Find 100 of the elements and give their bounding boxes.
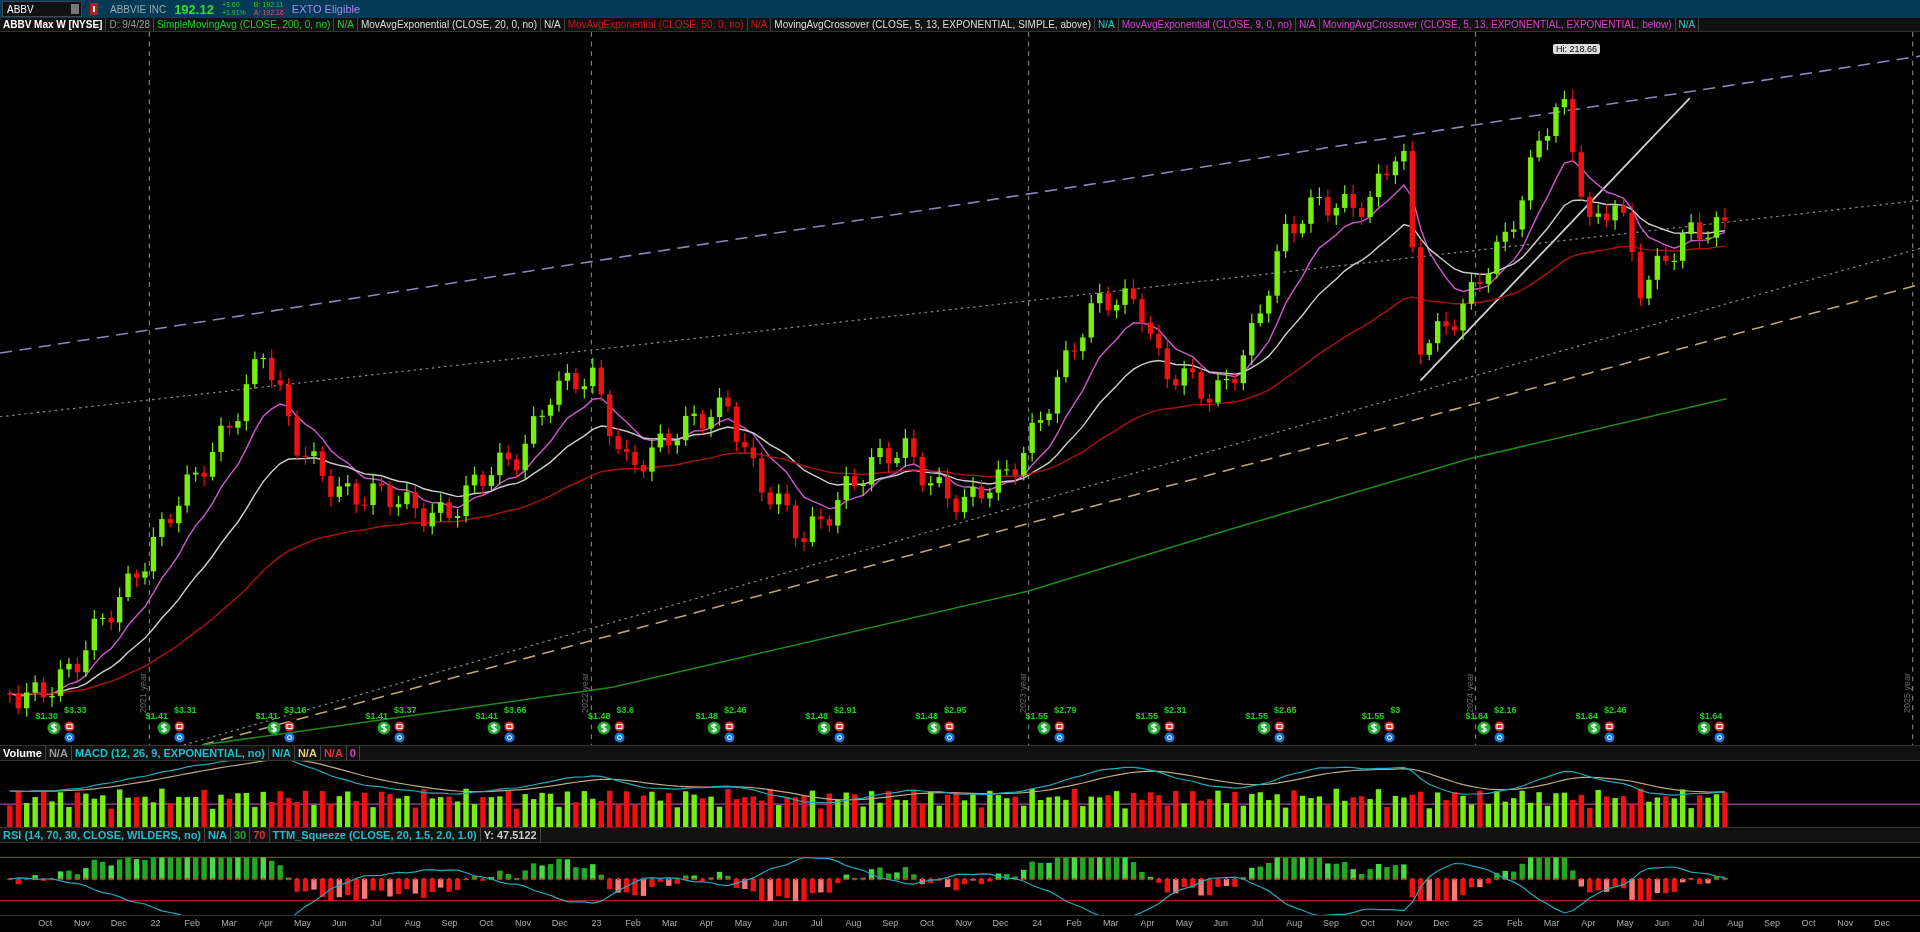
earnings-icon[interactable] xyxy=(174,721,185,732)
dividend-amount: $1.41 xyxy=(255,711,278,721)
dividend-icon[interactable] xyxy=(927,721,941,735)
dividend-icon[interactable] xyxy=(1037,721,1051,735)
earnings-icon[interactable] xyxy=(1384,721,1395,732)
earnings-icon[interactable] xyxy=(1604,721,1615,732)
dividend-icon[interactable] xyxy=(157,721,171,735)
study-label[interactable]: RSI (14, 70, 30, CLOSE, WILDERS, no) xyxy=(0,828,206,842)
study-label[interactable]: N/A xyxy=(268,746,295,760)
dividend-icon[interactable] xyxy=(1257,721,1271,735)
dividend-amount: $1.48 xyxy=(915,711,938,721)
study-label[interactable]: 0 xyxy=(346,746,360,760)
symbol-field[interactable]: ABBV xyxy=(2,1,82,17)
event-icon[interactable] xyxy=(724,732,735,743)
study-label[interactable]: 30 xyxy=(231,828,251,842)
earnings-icon[interactable] xyxy=(944,721,955,732)
dividend-amount: $1.30 xyxy=(35,711,58,721)
dividend-amount: $1.48 xyxy=(695,711,718,721)
event-icon[interactable] xyxy=(1714,732,1725,743)
earnings-icon[interactable] xyxy=(284,721,295,732)
study-label[interactable]: N/A xyxy=(1094,18,1119,31)
month-label: Feb xyxy=(183,917,202,930)
dividend-amount: $1.48 xyxy=(587,711,611,721)
dividend-icon[interactable] xyxy=(47,721,61,735)
study-label[interactable]: N/A xyxy=(334,18,358,31)
dividend-amount: $1.64 xyxy=(1465,711,1488,721)
study-label[interactable]: MACD (12, 26, 9, EXPONENTIAL, no) xyxy=(71,746,269,760)
event-icon[interactable] xyxy=(174,732,185,743)
month-label: Jun xyxy=(1212,917,1230,930)
study-label[interactable]: N/A xyxy=(1675,18,1700,31)
link-icon[interactable] xyxy=(90,3,98,15)
study-label[interactable]: SimpleMovingAvg (CLOSE, 200, 0, no) xyxy=(154,18,335,31)
event-icon[interactable] xyxy=(284,732,295,743)
study-label[interactable]: N/A xyxy=(541,18,565,31)
earnings-icon[interactable] xyxy=(1054,721,1065,732)
earnings-icon[interactable] xyxy=(64,721,75,732)
month-label: 23 xyxy=(590,917,603,930)
event-icon[interactable] xyxy=(1384,732,1395,743)
study-label[interactable]: Volume xyxy=(0,746,46,760)
event-icon[interactable] xyxy=(614,732,625,743)
dividend-icon[interactable] xyxy=(1697,721,1711,735)
dividend-icon[interactable] xyxy=(1367,721,1381,735)
dividend-icon[interactable] xyxy=(377,721,391,735)
dividend-icon[interactable] xyxy=(267,721,281,735)
study-label[interactable]: TTM_Squeeze (CLOSE, 20, 1.5, 2.0, 1.0) xyxy=(269,828,481,842)
study-label[interactable]: MovAvgExponential (CLOSE, 20, 0, no) xyxy=(357,18,541,31)
earnings-amount: $3 xyxy=(1390,705,1401,715)
event-icon[interactable] xyxy=(394,732,405,743)
dividend-icon[interactable] xyxy=(1477,721,1491,735)
earnings-icon[interactable] xyxy=(394,721,405,732)
event-icon[interactable] xyxy=(944,732,955,743)
earnings-icon[interactable] xyxy=(504,721,515,732)
event-icon[interactable] xyxy=(1274,732,1285,743)
event-icon[interactable] xyxy=(1164,732,1175,743)
event-icon[interactable] xyxy=(504,732,515,743)
earnings-amount: $3.37 xyxy=(394,705,417,715)
dividend-amount: $1.64 xyxy=(1699,711,1723,721)
event-icon[interactable] xyxy=(64,732,75,743)
dividend-icon[interactable] xyxy=(597,721,611,735)
dividend-amount: $1.41 xyxy=(475,711,498,721)
study-label[interactable]: 70 xyxy=(250,828,270,842)
month-label: Nov xyxy=(73,917,92,930)
last-price: 192.12 xyxy=(174,1,214,17)
study-label[interactable]: MovingAvgCrossover (CLOSE, 5, 13, EXPONENTIAL, SIMPLE, above) xyxy=(771,18,1095,31)
event-icon[interactable] xyxy=(1494,732,1505,743)
study-label[interactable]: N/A xyxy=(205,828,231,842)
month-label: Mar xyxy=(661,917,679,930)
month-label: Apr xyxy=(1139,917,1156,930)
earnings-icon[interactable] xyxy=(1714,721,1725,732)
dividend-icon[interactable] xyxy=(817,721,831,735)
earnings-amount: $2.16 xyxy=(1494,705,1517,715)
study-label[interactable]: N/A xyxy=(1296,18,1320,31)
month-label: Apr xyxy=(698,917,715,930)
study-label[interactable]: Y: 47.5122 xyxy=(480,828,541,842)
dividend-icon[interactable] xyxy=(1587,721,1601,735)
event-icon[interactable] xyxy=(834,732,845,743)
study-label[interactable]: MovAvgExponential (CLOSE, 9, 0, no) xyxy=(1118,18,1297,31)
month-label: 24 xyxy=(1031,917,1044,930)
event-icon[interactable] xyxy=(1054,732,1065,743)
earnings-icon[interactable] xyxy=(1164,721,1175,732)
earnings-icon[interactable] xyxy=(834,721,845,732)
earnings-amount: $2.31 xyxy=(1164,705,1187,715)
earnings-icon[interactable] xyxy=(724,721,735,732)
study-label[interactable]: N/A xyxy=(294,746,321,760)
month-label: Feb xyxy=(624,917,642,930)
dividend-icon[interactable] xyxy=(487,721,501,735)
month-label: Aug xyxy=(403,917,422,930)
month-label: Apr xyxy=(257,917,274,930)
month-label: Oct xyxy=(37,917,54,930)
event-icon[interactable] xyxy=(1604,732,1615,743)
dividend-icon[interactable] xyxy=(1147,721,1161,735)
month-label: Jun xyxy=(1653,917,1670,930)
study-label[interactable]: N/A xyxy=(45,746,72,760)
study-label[interactable]: N/A xyxy=(320,746,347,760)
dividend-icon[interactable] xyxy=(707,721,721,735)
study-label[interactable]: MovingAvgCrossover (CLOSE, 5, 13, EXPONENTIAL, EXPONENTIAL, below) xyxy=(1319,18,1676,31)
earnings-icon[interactable] xyxy=(1494,721,1505,732)
exto-label: EXTO Eligible xyxy=(291,3,361,15)
earnings-icon[interactable] xyxy=(614,721,625,732)
earnings-icon[interactable] xyxy=(1274,721,1285,732)
